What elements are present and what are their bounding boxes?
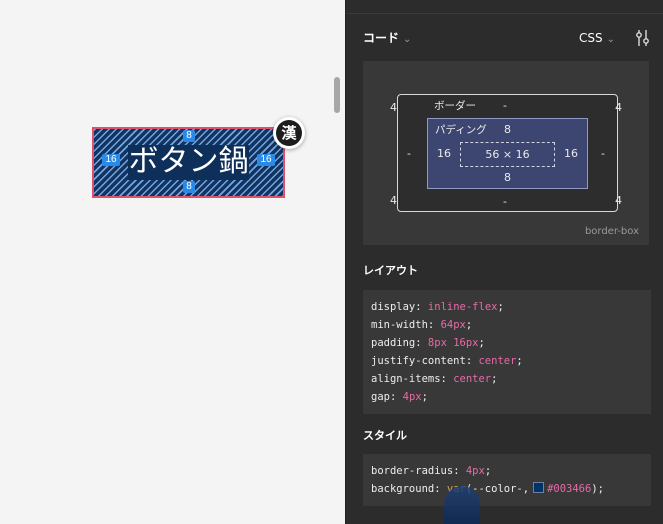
floating-cursor-shape <box>444 486 480 524</box>
code-prop: align-items <box>371 373 441 385</box>
kanji-font-icon[interactable]: 漢 <box>273 117 305 149</box>
padding-top-value: 8 <box>504 123 511 136</box>
layout-code-block[interactable]: display: inline-flex; min-width: 64px; p… <box>363 290 651 414</box>
code-line-min-width: min-width: 64px; <box>371 319 473 331</box>
code-value: 8px 16px <box>427 337 479 349</box>
padding-right-badge: 16 <box>257 154 275 166</box>
code-line-justify-content: justify-content: center; <box>371 355 523 367</box>
content-size: 56 × 16 <box>485 148 530 161</box>
code-line-padding: padding: 8px 16px; <box>371 337 485 349</box>
layout-section-title: レイアウト <box>363 264 418 277</box>
language-dropdown[interactable]: CSS ⌄ <box>579 30 615 48</box>
border-label: ボーダー <box>434 100 476 112</box>
code-prop: display <box>371 301 416 313</box>
kanji-glyph: 漢 <box>276 120 302 146</box>
button-label: ボタン鍋 <box>128 144 249 179</box>
panel-divider <box>346 13 663 14</box>
code-prop: gap <box>371 391 390 403</box>
box-model-diagram: 4 4 4 4 ボーダー - - - - パディング 8 16 16 8 56 … <box>363 61 649 245</box>
chevron-down-icon: ⌄ <box>403 34 412 45</box>
border-left-value: - <box>407 147 411 160</box>
padding-bottom-value: 8 <box>504 171 511 184</box>
code-value: 64px <box>440 319 466 331</box>
margin-top-left: 4 <box>390 101 397 114</box>
code-line-align-items: align-items: center; <box>371 373 498 385</box>
code-prop: padding <box>371 337 416 349</box>
code-prop: background <box>371 483 435 495</box>
margin-bottom-left: 4 <box>390 194 397 207</box>
style-section-title: スタイル <box>363 429 407 442</box>
settings-sliders-icon[interactable] <box>635 29 651 47</box>
margin-bottom-right: 4 <box>615 194 622 207</box>
padding-label: パディング <box>435 124 487 136</box>
language-label: CSS <box>579 31 603 45</box>
code-prop: border-radius <box>371 465 454 477</box>
box-sizing-label: border-box <box>584 226 639 237</box>
code-value: inline-flex <box>427 301 498 313</box>
code-value: center <box>478 355 517 367</box>
margin-top-right: 4 <box>615 101 622 114</box>
code-prop: justify-content <box>371 355 466 367</box>
code-value: 4px <box>465 465 485 477</box>
padding-left-badge: 16 <box>102 154 120 166</box>
chevron-down-icon: ⌄ <box>606 34 616 45</box>
style-code-block[interactable]: border-radius: 4px; background: var(--co… <box>363 454 651 506</box>
padding-top-badge: 8 <box>183 130 195 142</box>
code-dropdown[interactable]: コード ⌄ <box>363 30 411 48</box>
code-line-background: background: var(--color-,#003466); <box>371 482 604 495</box>
inspect-panel: コード ⌄ CSS ⌄ 4 4 4 4 ボーダー - - - - パディング 8 1… <box>345 0 663 524</box>
border-top-value: - <box>503 99 507 112</box>
border-right-value: - <box>601 147 605 160</box>
code-prop: min-width <box>371 319 428 331</box>
code-line-border-radius: border-radius: 4px; <box>371 465 492 477</box>
code-value: 4px <box>402 391 422 403</box>
code-title-label: コード <box>363 31 400 45</box>
code-color-value: #003466 <box>547 483 592 495</box>
code-line-display: display: inline-flex; <box>371 301 504 313</box>
padding-bottom-badge: 8 <box>183 181 195 193</box>
code-closing: ); <box>591 483 604 495</box>
design-canvas[interactable]: ボタン鍋 8 8 16 16 漢 <box>0 0 345 524</box>
code-line-gap: gap: 4px; <box>371 391 428 403</box>
border-bottom-value: - <box>503 195 507 208</box>
canvas-scrollbar-thumb[interactable] <box>334 77 340 113</box>
code-value: center <box>453 373 492 385</box>
padding-left-value: 16 <box>437 147 451 160</box>
color-swatch-icon <box>533 482 545 493</box>
padding-right-value: 16 <box>564 147 578 160</box>
